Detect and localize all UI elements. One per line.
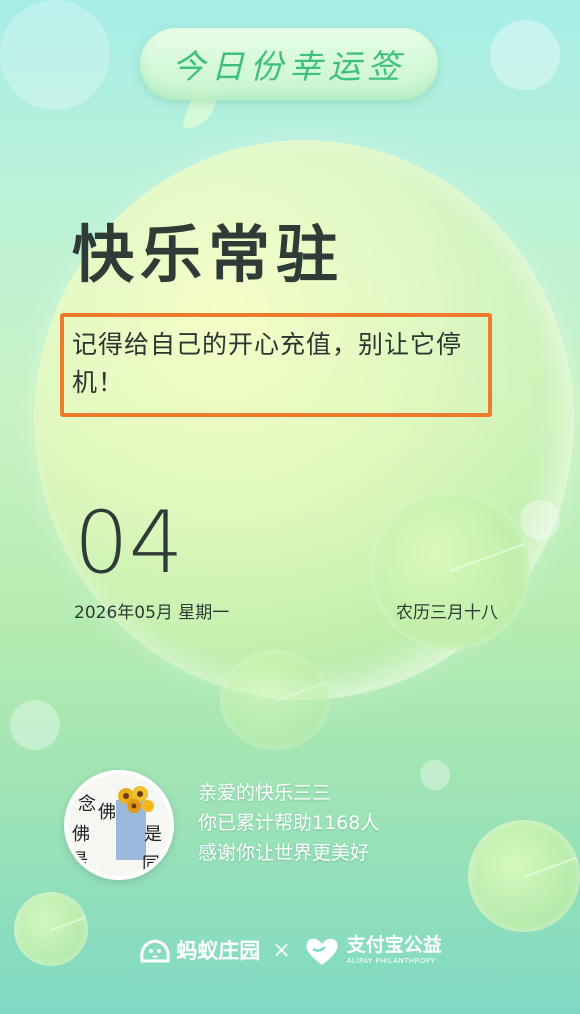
thanks-text: 感谢你让世界更美好 <box>198 842 370 864</box>
ant-farm-brand: 蚂蚁庄园 <box>138 935 260 965</box>
avatar-char: 佛 <box>98 802 116 823</box>
header-title: 今日份幸运签 <box>172 47 406 86</box>
fortune-card: 今日份幸运签 快乐常驻 记得给自己的开心充值，别让它停机！ 04 2026年05… <box>0 0 580 1014</box>
alipay-charity-label: 支付宝公益 <box>346 933 442 956</box>
avatar-char: 同 <box>142 854 160 875</box>
ant-farm-label: 蚂蚁庄园 <box>176 939 261 963</box>
date-text: 2026年05月 星期一 <box>74 603 230 623</box>
chick-icon <box>140 939 170 963</box>
bokeh-decoration <box>0 0 110 110</box>
brand-separator: × <box>272 937 291 963</box>
header-badge: 今日份幸运签 <box>140 28 438 100</box>
lily-pad-decoration <box>220 650 330 750</box>
alipay-charity-brand: 支付宝公益 ALIPAY PHILANTHROPY <box>303 933 442 967</box>
avatar-char: 是 <box>70 850 88 871</box>
bokeh-decoration <box>10 700 60 750</box>
avatar-image: 念 佛 是 佛 是 同 <box>68 774 170 876</box>
fortune-title: 快乐常驻 <box>72 218 345 291</box>
day-number: 04 <box>74 493 184 593</box>
lily-pad-decoration <box>370 490 530 650</box>
avatar-char: 佛 <box>72 824 90 845</box>
bokeh-decoration <box>490 20 560 90</box>
heart-hands-icon <box>306 938 338 965</box>
avatar[interactable]: 念 佛 是 佛 是 同 <box>64 770 174 880</box>
bokeh-decoration <box>520 500 560 540</box>
lily-pad-decoration <box>468 820 580 932</box>
user-info: 亲爱的快乐三三 你已累计帮助1168人 感谢你让世界更美好 <box>198 778 379 868</box>
avatar-char: 是 <box>144 824 162 845</box>
user-greeting: 亲爱的快乐三三 <box>198 782 332 804</box>
fortune-quote: 记得给自己的开心充值，别让它停机！ <box>72 330 463 397</box>
alipay-charity-english: ALIPAY PHILANTHROPY <box>346 956 436 965</box>
footer-brands: 蚂蚁庄园 × 支付宝公益 ALIPAY PHILANTHROPY <box>0 930 580 970</box>
bokeh-decoration <box>420 760 450 790</box>
helped-count: 你已累计帮助1168人 <box>198 812 380 834</box>
avatar-char: 念 <box>78 793 96 815</box>
lunar-date: 农历三月十八 <box>396 603 498 623</box>
